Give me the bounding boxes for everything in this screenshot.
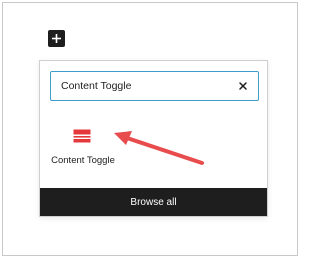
block-search-input[interactable]: Content Toggle — [50, 71, 259, 101]
block-result-content-toggle[interactable]: Content Toggle — [46, 127, 120, 173]
content-toggle-icon — [73, 129, 91, 143]
editor-canvas: Content Toggle Content Toggle Browse all — [2, 2, 298, 256]
browse-all-label: Browse all — [130, 196, 177, 208]
add-block-button[interactable] — [48, 30, 65, 47]
search-input-value[interactable]: Content Toggle — [61, 80, 131, 92]
browse-all-button[interactable]: Browse all — [40, 188, 267, 216]
close-icon[interactable] — [237, 80, 249, 92]
block-inserter-popover: Content Toggle Content Toggle Browse all — [39, 60, 268, 217]
block-result-label: Content Toggle — [51, 155, 115, 166]
plus-icon — [52, 34, 61, 43]
pointer-arrow-icon — [114, 131, 204, 165]
